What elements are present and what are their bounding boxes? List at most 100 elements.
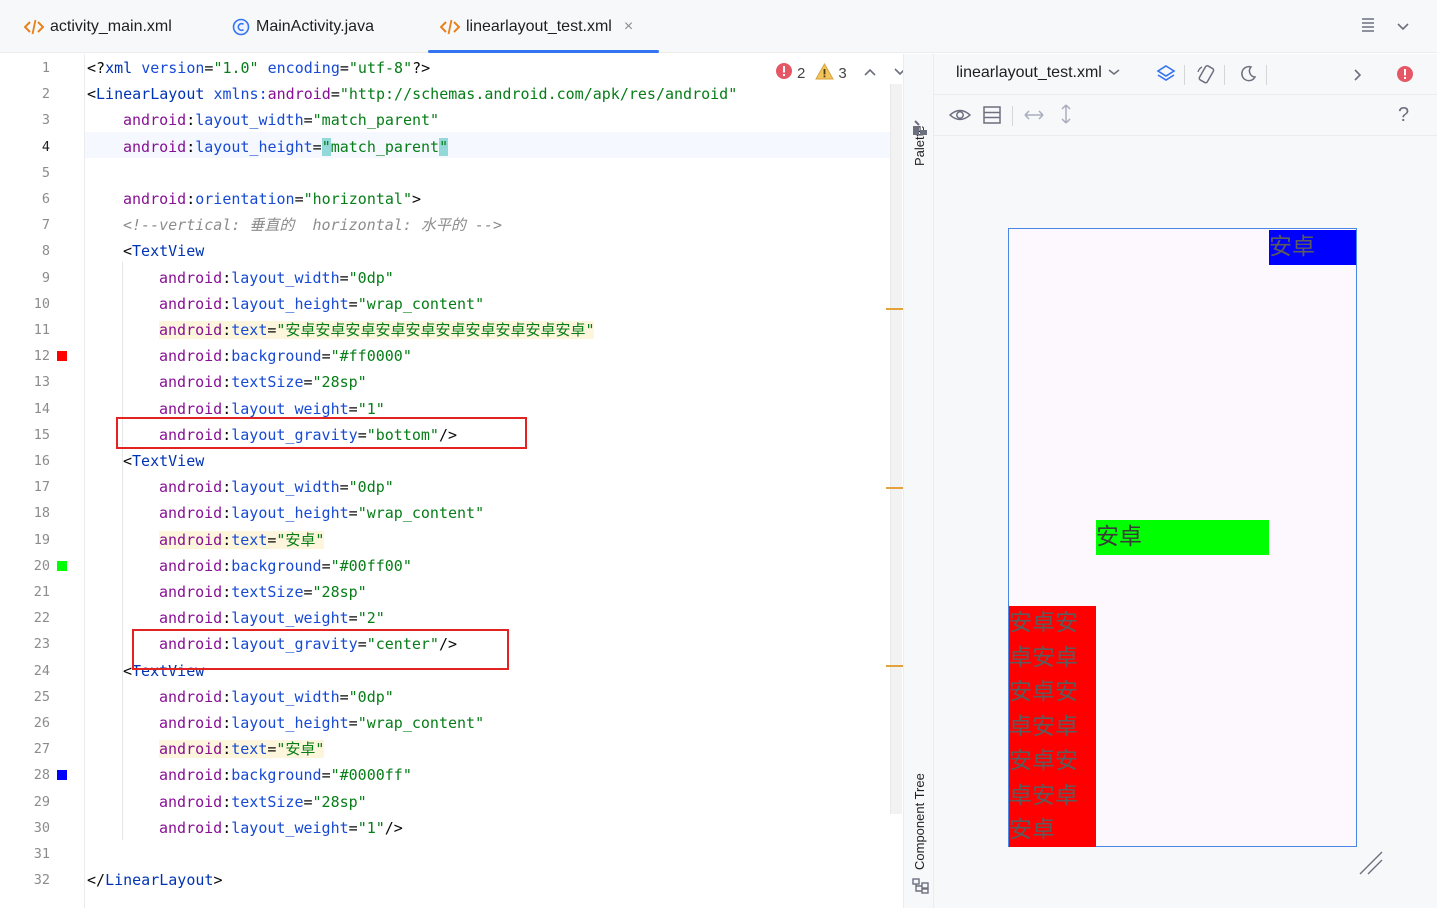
- code-token: android: [159, 321, 223, 339]
- rotate-device-icon[interactable]: [1196, 64, 1216, 88]
- night-mode-icon[interactable]: [1238, 64, 1258, 88]
- code-line[interactable]: android:layout_height="wrap_content": [159, 710, 484, 736]
- code-token: :: [222, 766, 232, 785]
- code-line[interactable]: android:text="安卓安卓安卓安卓安卓安卓安卓安卓安卓安卓": [159, 317, 595, 343]
- java-class-icon: [232, 18, 250, 36]
- hamburger-menu-icon[interactable]: [1360, 16, 1376, 36]
- layout-file-selector[interactable]: linearlayout_test.xml: [956, 64, 1120, 82]
- line-number-gutter[interactable]: 1 2 3 4 5 6 7 8 9 10 11 12 13 14 15 16 17 18 19 20 21 22 23 24 2…: [10, 54, 85, 908]
- device-preview-canvas[interactable]: 安卓安卓安卓安卓安卓安卓安卓安卓安卓安卓 安卓 安卓: [1008, 228, 1357, 847]
- line-number: 13: [33, 374, 50, 391]
- indent-guide: [122, 472, 123, 682]
- component-tree-tool-button[interactable]: Component Tree: [904, 760, 935, 880]
- chevron-down-icon[interactable]: [1396, 18, 1410, 37]
- code-token: <: [123, 452, 133, 470]
- code-line[interactable]: android:textSize="28sp": [159, 789, 367, 815]
- code-token: >: [412, 190, 422, 208]
- code-line[interactable]: <?xml version="1.0" encoding="utf-8"?>: [87, 55, 430, 81]
- warning-marker[interactable]: [886, 665, 903, 667]
- chevron-up-icon[interactable]: [863, 64, 877, 82]
- code-token: =: [330, 85, 340, 104]
- code-token: background: [231, 556, 322, 575]
- code-token: =: [303, 792, 313, 811]
- code-token: "#0000ff": [330, 766, 412, 785]
- code-token: match_parent: [330, 137, 440, 156]
- code-line[interactable]: android:layout_weight="2": [159, 605, 385, 631]
- code-line[interactable]: android:layout_width="0dp": [159, 265, 394, 291]
- code-token: =: [321, 347, 331, 366]
- render-error-icon[interactable]: [1396, 65, 1414, 87]
- code-line[interactable]: android:layout_height="match_parent": [123, 134, 449, 160]
- close-tab-button[interactable]: ×: [624, 18, 633, 36]
- code-token: "安卓": [276, 530, 325, 549]
- code-line[interactable]: android:layout_width="0dp": [159, 684, 394, 710]
- code-token: <: [123, 661, 133, 680]
- code-token: =: [348, 399, 358, 418]
- code-line[interactable]: android:layout_height="wrap_content": [159, 500, 484, 526]
- code-token: :: [222, 583, 232, 601]
- code-line[interactable]: android:background="#00ff00": [159, 553, 412, 579]
- line-number: 11: [33, 322, 50, 338]
- code-token: xml: [105, 59, 142, 77]
- canvas-resize-handle-icon[interactable]: [1358, 850, 1384, 880]
- code-token: "http://schemas.android.com/apk/res/andr…: [339, 85, 738, 104]
- code-token: text: [231, 321, 268, 339]
- code-token: textSize: [231, 583, 304, 601]
- code-token: textSize: [231, 792, 304, 811]
- editor-scrollbar[interactable]: [890, 84, 902, 814]
- xml-file-icon: [24, 19, 44, 35]
- component-tree-label: Component Tree: [912, 773, 927, 870]
- error-icon: [775, 62, 793, 84]
- help-icon[interactable]: ?: [1398, 104, 1409, 127]
- code-line[interactable]: </LinearLayout>: [87, 867, 222, 893]
- color-swatch-icon[interactable]: [57, 560, 67, 571]
- code-editor[interactable]: 1 2 3 4 5 6 7 8 9 10 11 12 13 14 15 16 17 18 19 20 21 22 23 24 2…: [0, 54, 906, 908]
- annotation-box-bottom: [116, 417, 527, 449]
- code-line[interactable]: android:textSize="28sp": [159, 369, 367, 395]
- code-line[interactable]: <LinearLayout xmlns:android="http://sche…: [87, 81, 737, 107]
- preview-textview-green[interactable]: 安卓: [1096, 520, 1269, 555]
- code-token: "#ff0000": [330, 347, 412, 366]
- code-token: :: [222, 321, 232, 339]
- code-line[interactable]: <TextView: [123, 448, 204, 474]
- code-token: android: [123, 190, 187, 208]
- tab-main-activity-java[interactable]: MainActivity.java: [232, 0, 374, 53]
- toolbar-separator: [1266, 65, 1267, 85]
- code-token: :: [186, 190, 196, 208]
- code-token: "utf-8": [348, 59, 413, 77]
- color-swatch-icon[interactable]: [57, 351, 67, 362]
- code-token: LinearLayout: [105, 871, 214, 890]
- layers-icon[interactable]: [1156, 64, 1176, 88]
- code-token: layout_height: [231, 294, 349, 313]
- tab-label: MainActivity.java: [256, 17, 374, 35]
- tab-linearlayout-test-xml[interactable]: linearlayout_test.xml ×: [428, 0, 659, 53]
- eye-icon[interactable]: [948, 106, 972, 128]
- code-line[interactable]: android:background="#0000ff": [159, 762, 412, 788]
- vertical-resize-icon[interactable]: [1058, 103, 1074, 129]
- code-line[interactable]: android:text="安卓": [159, 527, 325, 553]
- warning-marker[interactable]: [886, 487, 903, 489]
- code-line[interactable]: android:layout_width="0dp": [159, 474, 394, 500]
- code-line[interactable]: <TextView: [123, 238, 204, 264]
- preview-textview-red[interactable]: 安卓安卓安卓安卓安卓安卓安卓安卓安卓安卓: [1009, 606, 1096, 847]
- preview-textview-blue[interactable]: 安卓: [1269, 230, 1356, 265]
- chevron-right-icon[interactable]: [1352, 67, 1364, 86]
- code-line[interactable]: android:layout_width="match_parent": [123, 107, 439, 133]
- code-token: :: [186, 111, 196, 130]
- blueprint-toggle-icon[interactable]: [983, 106, 1001, 128]
- warning-marker[interactable]: [886, 308, 903, 310]
- code-line[interactable]: android:text="安卓": [159, 736, 325, 762]
- code-line[interactable]: android:layout_weight="1"/>: [159, 815, 403, 841]
- line-number: 27: [33, 741, 50, 758]
- tab-activity-main-xml[interactable]: activity_main.xml: [24, 0, 172, 53]
- line-number: 7: [41, 217, 50, 234]
- horizontal-resize-icon[interactable]: [1023, 107, 1045, 127]
- inspection-widget[interactable]: 2 3: [775, 62, 907, 84]
- code-line[interactable]: android:orientation="horizontal">: [123, 186, 421, 212]
- code-line[interactable]: android:textSize="28sp": [159, 579, 367, 605]
- code-line[interactable]: android:background="#ff0000": [159, 343, 412, 369]
- code-line[interactable]: <!--vertical: 垂直的 horizontal: 水平的 -->: [123, 212, 502, 238]
- toolbar-separator: [1012, 106, 1013, 126]
- code-line[interactable]: android:layout_height="wrap_content": [159, 291, 484, 317]
- color-swatch-icon[interactable]: [57, 770, 67, 781]
